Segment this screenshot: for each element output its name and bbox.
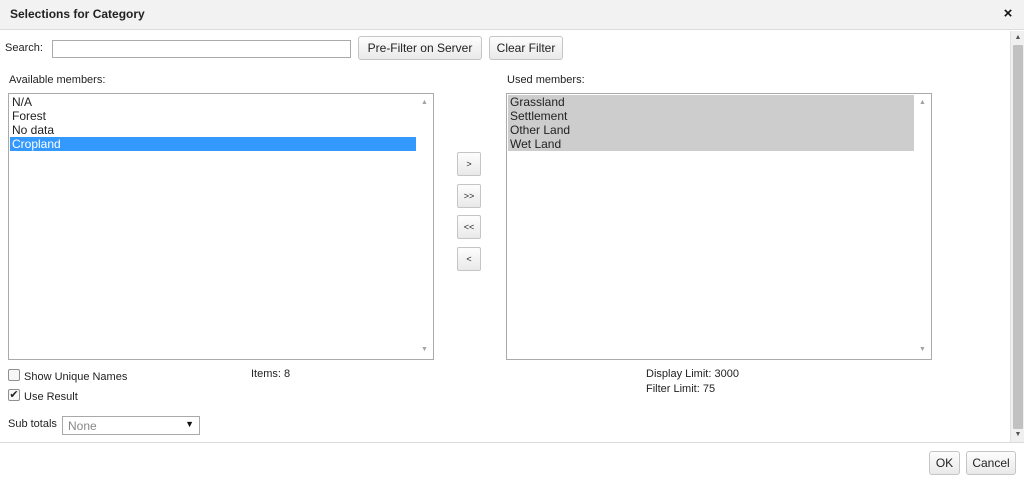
used-member-item[interactable]: Wet Land [508,137,914,151]
use-result-checkbox[interactable]: ✔ [8,389,20,401]
sub-totals-label: Sub totals [8,418,57,430]
available-member-item[interactable]: N/A [10,95,417,109]
dialog-footer: OK Cancel [0,442,1024,483]
available-list-scrollbar[interactable]: ▲ ▼ [416,94,433,359]
sub-totals-select[interactable]: None ▼ [62,416,200,435]
add-all-button[interactable]: >> [457,184,481,208]
scrollbar-thumb[interactable] [1013,45,1023,429]
close-icon[interactable]: × [1001,5,1015,23]
prefilter-on-server-button[interactable]: Pre-Filter on Server [358,36,482,60]
sub-totals-value: None [68,419,97,433]
scroll-down-icon[interactable]: ▼ [416,343,433,357]
used-member-item[interactable]: Other Land [508,123,914,137]
used-members-label: Used members: [507,74,585,86]
scroll-down-icon[interactable]: ▼ [914,343,931,357]
filter-limit: Filter Limit: 75 [646,383,716,395]
cancel-button[interactable]: Cancel [966,451,1016,475]
dialog-title: Selections for Category [10,7,145,21]
use-result-label: Use Result [24,391,78,403]
clear-filter-button[interactable]: Clear Filter [489,36,563,60]
chevron-down-icon: ▼ [185,419,194,429]
items-count: Items: 8 [251,368,291,380]
used-member-item[interactable]: Settlement [508,109,914,123]
scroll-down-icon[interactable]: ▼ [1011,429,1024,441]
search-input[interactable] [52,40,351,58]
remove-selected-button[interactable]: < [457,247,481,271]
available-members-list[interactable]: N/A Forest No data Cropland ▲ ▼ [8,93,434,360]
show-unique-names-checkbox[interactable] [8,369,20,381]
available-member-item[interactable]: No data [10,123,417,137]
scroll-up-icon[interactable]: ▲ [416,96,433,110]
dialog-titlebar: Selections for Category × [0,0,1024,30]
scroll-up-icon[interactable]: ▲ [1011,32,1024,44]
search-label: Search: [5,42,43,54]
available-member-item-selected[interactable]: Cropland [10,137,417,151]
used-member-item[interactable]: Grassland [508,95,914,109]
available-members-label: Available members: [9,74,106,86]
used-list-scrollbar[interactable]: ▲ ▼ [914,94,931,359]
dialog-scrollbar[interactable]: ▲ ▼ [1010,31,1024,442]
display-limit: Display Limit: 3000 [646,368,739,380]
show-unique-names-label: Show Unique Names [24,371,128,383]
used-members-list[interactable]: Grassland Settlement Other Land Wet Land… [506,93,932,360]
add-selected-button[interactable]: > [457,152,481,176]
available-member-item[interactable]: Forest [10,109,417,123]
scroll-up-icon[interactable]: ▲ [914,96,931,110]
remove-all-button[interactable]: << [457,215,481,239]
ok-button[interactable]: OK [929,451,960,475]
